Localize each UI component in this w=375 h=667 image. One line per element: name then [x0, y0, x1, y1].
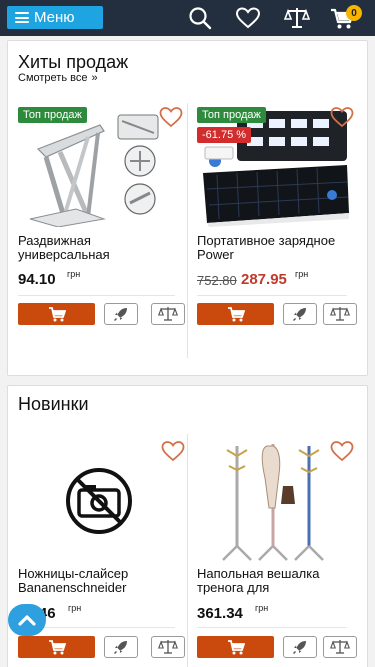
compare-button[interactable] [151, 303, 185, 325]
product-image-coat-rack[interactable] [209, 438, 329, 563]
add-to-wishlist-icon[interactable] [329, 439, 355, 463]
product-name[interactable]: Портативное зарядное Power [197, 234, 347, 262]
rocket-icon [114, 308, 127, 321]
card-separator [197, 295, 347, 296]
top-sales-badge: Топ продаж [18, 107, 87, 123]
product-old-price: 752.80 [197, 273, 237, 288]
add-to-cart-button[interactable] [18, 303, 95, 325]
compare-icon[interactable] [284, 5, 310, 31]
quick-order-button[interactable] [104, 636, 138, 658]
see-all-link[interactable]: Смотреть все» [18, 72, 98, 84]
hits-title: Хиты продаж [18, 52, 129, 72]
rocket-icon [114, 641, 127, 654]
add-to-wishlist-icon[interactable] [329, 105, 355, 129]
chevron-up-icon [18, 615, 36, 626]
cart-count-badge: 0 [346, 5, 362, 21]
currency-label: грн [67, 269, 81, 279]
compare-icon [330, 307, 350, 321]
currency-label: грн [295, 269, 309, 279]
product-card[interactable]: Топ продаж -61.75 % Портативное зарядное… [197, 103, 367, 363]
compare-icon [158, 640, 178, 654]
compare-icon [158, 307, 178, 321]
add-to-cart-button[interactable] [197, 636, 274, 658]
hits-section: Хиты продаж Смотреть все» Топ продаж Раз… [7, 40, 368, 376]
product-image-laptop-stand[interactable] [18, 107, 178, 227]
scroll-to-top-button[interactable] [8, 604, 46, 636]
currency-label: грн [68, 603, 82, 613]
cart-icon [48, 640, 66, 655]
card-separator [197, 627, 347, 628]
add-to-cart-button[interactable] [18, 636, 95, 658]
product-name[interactable]: Ножницы-слайсер Bananenschneider [18, 567, 168, 595]
product-card[interactable]: Топ продаж Раздвижная универсальная 94.1… [18, 103, 188, 363]
product-price: 361.34 [197, 605, 243, 622]
compare-button[interactable] [323, 303, 357, 325]
product-name[interactable]: Раздвижная универсальная [18, 234, 168, 262]
rocket-icon [293, 641, 306, 654]
product-card[interactable]: Ножницы-слайсер Bananenschneider 56.46 г… [18, 434, 188, 667]
add-to-wishlist-icon[interactable] [158, 105, 184, 129]
hamburger-icon [15, 12, 29, 23]
product-price: 287.95 [241, 271, 287, 288]
add-to-cart-button[interactable] [197, 303, 274, 325]
card-separator [18, 295, 175, 296]
currency-label: грн [255, 603, 269, 613]
cart-icon [227, 640, 245, 655]
compare-icon [330, 640, 350, 654]
compare-button[interactable] [151, 636, 185, 658]
cart-icon [227, 307, 245, 322]
quick-order-button[interactable] [283, 636, 317, 658]
see-all-label: Смотреть все [18, 72, 88, 84]
product-card[interactable]: Напольная вешалка тренога для 361.34 грн [197, 434, 367, 667]
rocket-icon [293, 308, 306, 321]
search-icon[interactable] [187, 5, 213, 31]
menu-button[interactable]: Меню [7, 6, 103, 29]
double-chevron-right-icon: » [91, 72, 98, 84]
new-products-section: Новинки Ножницы-слайсер Bananenschneider… [7, 385, 368, 667]
top-bar: Меню 0 [0, 0, 375, 36]
menu-label: Меню [34, 9, 75, 26]
quick-order-button[interactable] [104, 303, 138, 325]
heart-icon[interactable] [235, 5, 261, 31]
no-image-placeholder-icon[interactable] [64, 466, 134, 536]
product-name[interactable]: Напольная вешалка тренога для [197, 567, 347, 595]
product-price: 94.10 [18, 271, 56, 288]
quick-order-button[interactable] [283, 303, 317, 325]
discount-badge: -61.75 % [197, 127, 252, 143]
new-products-title: Новинки [18, 394, 89, 414]
add-to-wishlist-icon[interactable] [160, 439, 186, 463]
compare-button[interactable] [323, 636, 357, 658]
cart-icon [48, 307, 66, 322]
top-sales-badge: Топ продаж [197, 107, 266, 123]
